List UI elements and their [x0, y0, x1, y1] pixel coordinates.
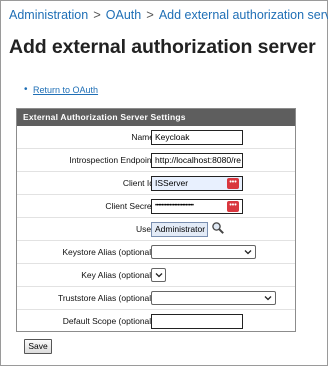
- chevron-down-icon: [264, 296, 272, 301]
- password-manager-icon[interactable]: •••: [227, 178, 239, 189]
- breadcrumb: Administration > OAuth > Add external author…: [9, 7, 328, 22]
- keystore-alias-label: Keystore Alias (optional): [62, 247, 154, 257]
- breadcrumb-oauth[interactable]: OAuth: [106, 8, 141, 22]
- search-icon[interactable]: [211, 221, 225, 235]
- truststore-alias-select[interactable]: [151, 291, 276, 305]
- panel-header: External Authorization Server Settings: [17, 109, 295, 126]
- keystore-alias-select[interactable]: [151, 245, 256, 259]
- breadcrumb-separator: >: [146, 7, 154, 23]
- breadcrumb-current[interactable]: Add external authorization server: [159, 8, 328, 22]
- breadcrumb-administration[interactable]: Administration: [9, 8, 88, 22]
- key-alias-select[interactable]: [151, 268, 166, 282]
- breadcrumb-separator: >: [93, 7, 101, 23]
- row-key-alias: Key Alias (optional): [17, 264, 295, 287]
- truststore-alias-label: Truststore Alias (optional): [57, 293, 154, 303]
- return-to-oauth-link[interactable]: Return to OAuth: [33, 85, 98, 95]
- name-input[interactable]: Keycloak: [151, 130, 243, 145]
- client-secret-label: Client Secret: [105, 201, 154, 211]
- row-keystore-alias: Keystore Alias (optional): [17, 241, 295, 264]
- introspection-endpoint-input[interactable]: http://localhost:8080/re: [151, 153, 243, 168]
- row-name: Name Keycloak: [17, 126, 295, 149]
- default-scope-label: Default Scope (optional): [62, 316, 154, 326]
- key-alias-label: Key Alias (optional): [81, 270, 154, 280]
- list-bullet: •: [24, 84, 28, 95]
- user-value[interactable]: Administrator: [151, 222, 208, 237]
- page-title: Add external authorization server: [9, 36, 316, 58]
- client-id-label: Client Id: [122, 178, 154, 188]
- password-manager-icon[interactable]: •••: [227, 201, 239, 212]
- settings-panel: External Authorization Server Settings N…: [16, 108, 296, 332]
- row-client-id: Client Id ISServer •••: [17, 172, 295, 195]
- row-truststore-alias: Truststore Alias (optional): [17, 287, 295, 310]
- default-scope-input[interactable]: [151, 314, 243, 329]
- introspection-endpoint-label: Introspection Endpoint: [69, 155, 154, 165]
- chevron-down-icon: [155, 273, 163, 278]
- row-introspection-endpoint: Introspection Endpoint http://localhost:…: [17, 149, 295, 172]
- row-user: User Administrator: [17, 218, 295, 241]
- chevron-down-icon: [244, 250, 252, 255]
- row-client-secret: Client Secret •••••••••••••••••••••••• •…: [17, 195, 295, 218]
- save-button[interactable]: Save: [24, 339, 52, 354]
- row-default-scope: Default Scope (optional): [17, 310, 295, 333]
